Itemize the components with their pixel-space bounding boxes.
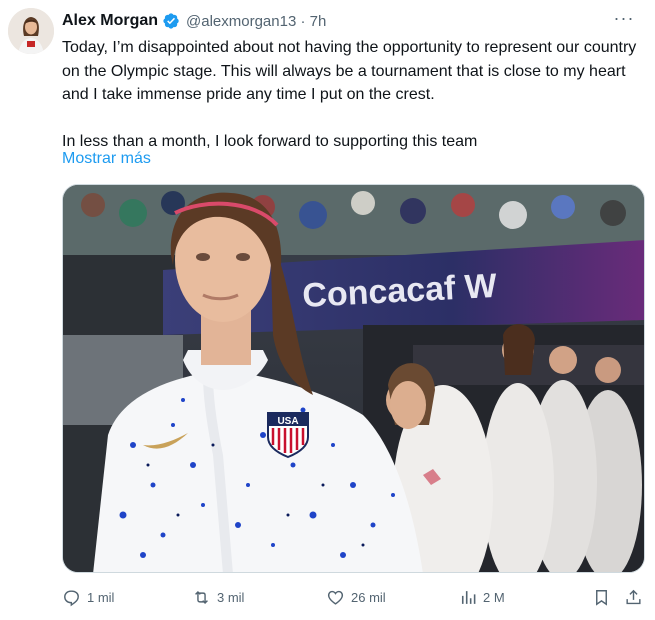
avatar-image	[8, 8, 54, 54]
tweet-header: Alex Morgan @alexmorgan13 · 7h ···	[62, 9, 635, 32]
reply-icon	[64, 590, 79, 607]
like-count: 26 mil	[351, 590, 386, 605]
author-handle[interactable]: @alexmorgan13 · 7h	[186, 13, 326, 30]
author-name[interactable]: Alex Morgan	[62, 12, 158, 30]
views-button[interactable]: 2 M	[458, 588, 505, 607]
heart-icon	[327, 590, 344, 605]
tweet-actions: 1 mil 3 mil 26 mil 2 M	[62, 588, 647, 612]
tweet-text: Today, I’m disappointed about not having…	[62, 39, 637, 150]
meta-separator: ·	[300, 12, 306, 30]
verified-badge-icon	[162, 12, 180, 30]
tweet[interactable]: Alex Morgan @alexmorgan13 · 7h ··· Today…	[0, 0, 655, 620]
retweet-button[interactable]: 3 mil	[192, 588, 244, 607]
reply-button[interactable]: 1 mil	[62, 588, 114, 607]
show-more-link[interactable]: Mostrar más	[62, 150, 151, 168]
like-button[interactable]: 26 mil	[326, 588, 386, 607]
tweet-time[interactable]: 7h	[310, 13, 327, 30]
views-count: 2 M	[483, 590, 505, 605]
bookmark-button[interactable]	[592, 588, 617, 607]
crest-text: USA	[277, 416, 298, 427]
retweet-count: 3 mil	[217, 590, 245, 605]
more-options-icon[interactable]: ···	[613, 9, 635, 32]
photo: Concacaf W USA	[63, 185, 644, 572]
avatar[interactable]	[8, 8, 54, 54]
views-icon	[461, 591, 476, 604]
bookmark-icon	[596, 590, 607, 606]
retweet-icon	[195, 590, 208, 605]
share-icon	[626, 589, 641, 605]
reply-count: 1 mil	[87, 590, 115, 605]
share-button[interactable]	[624, 588, 649, 607]
tweet-media-photo[interactable]: Concacaf W USA	[62, 184, 645, 573]
